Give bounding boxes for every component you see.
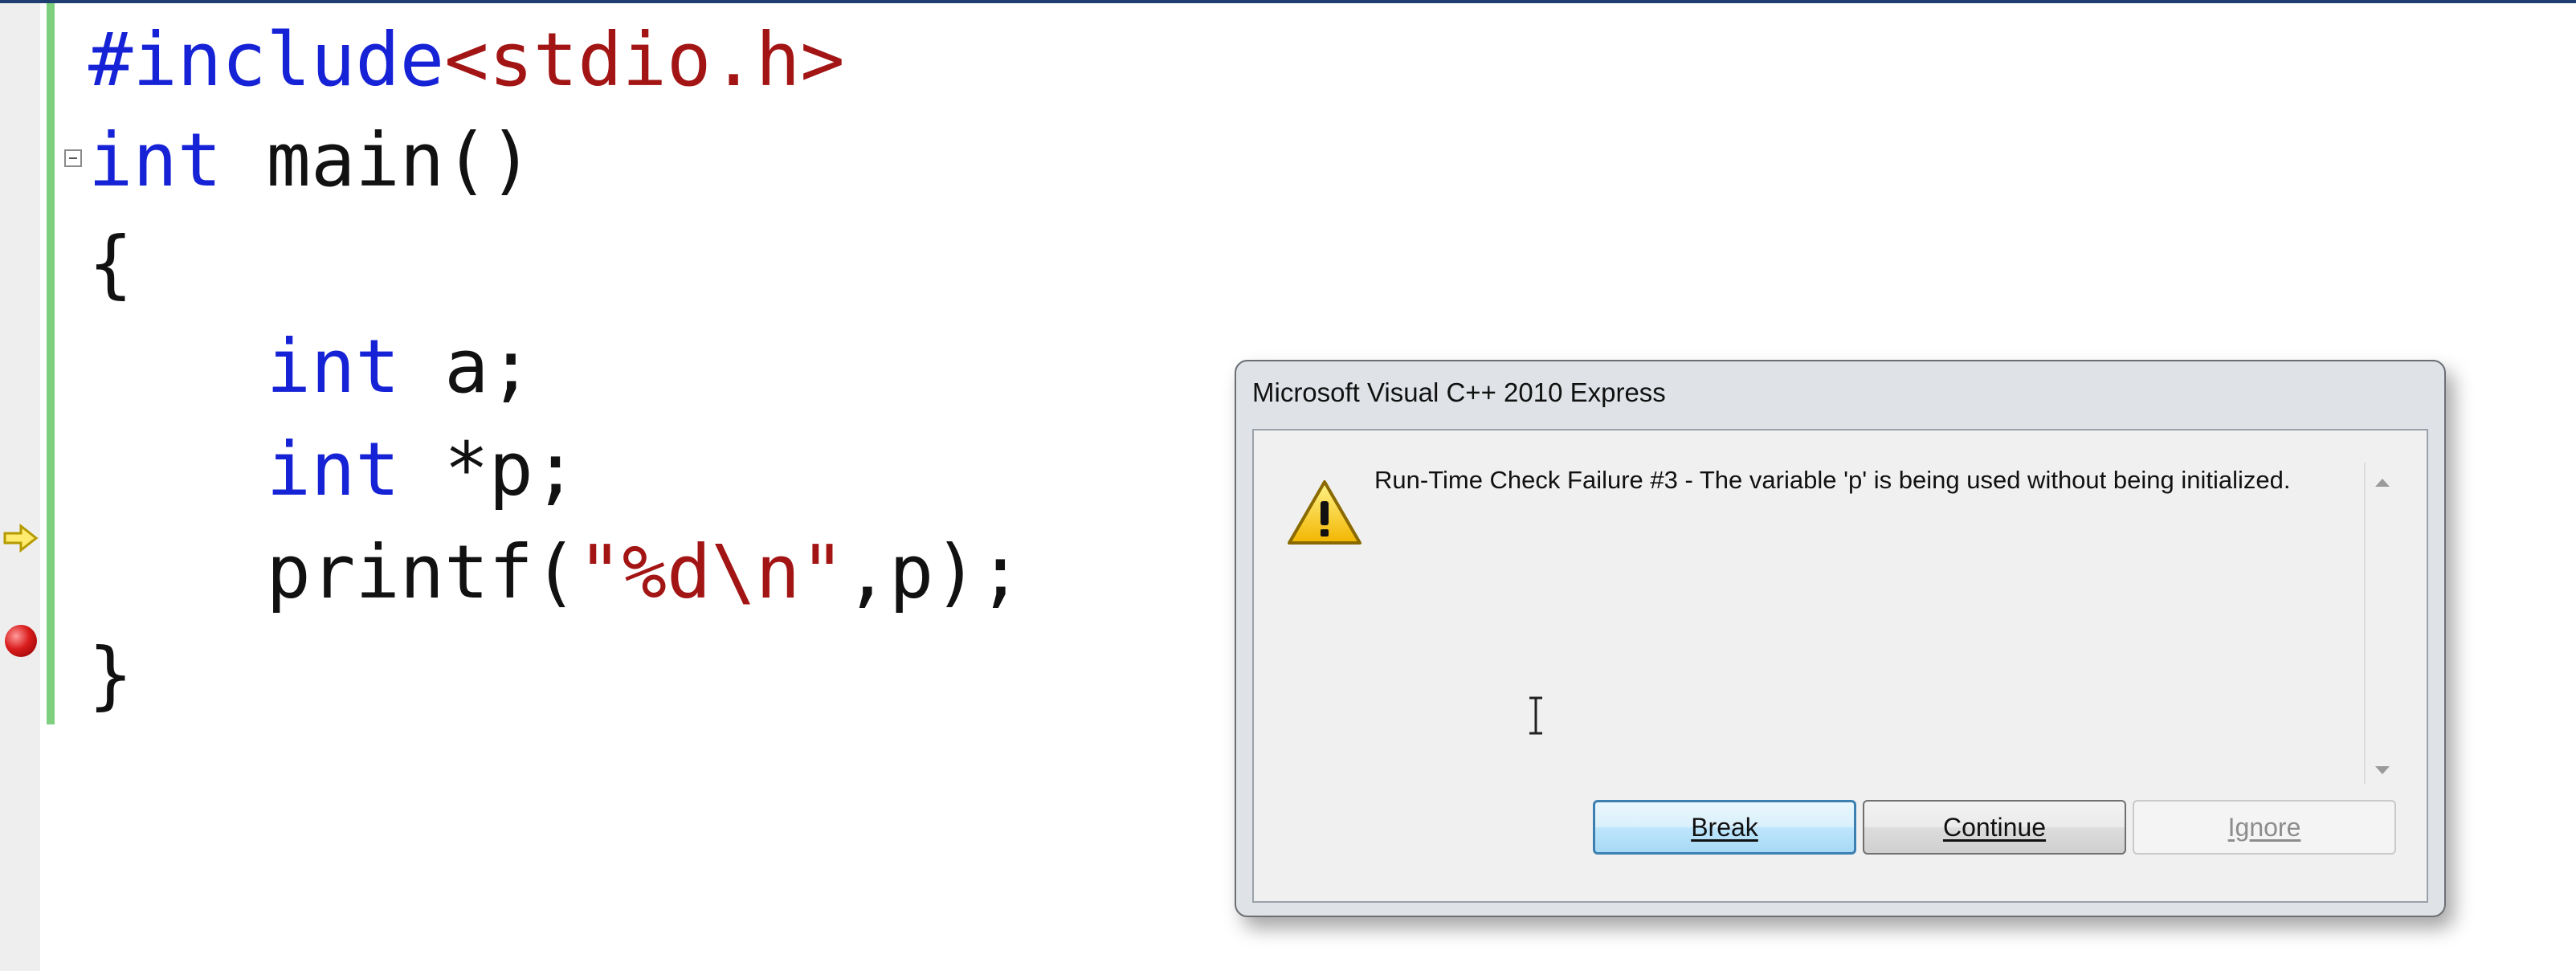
code-line[interactable]: printf("%d\n",p); <box>88 520 1023 625</box>
scroll-down-icon[interactable] <box>2375 766 2390 774</box>
text-cursor-icon <box>1529 696 1542 735</box>
editor-gutter[interactable] <box>0 3 40 971</box>
dialog-title: Microsoft Visual C++ 2010 Express <box>1252 377 1666 407</box>
current-line-arrow-icon <box>3 524 39 553</box>
code-token: int <box>88 117 222 203</box>
code-token: ,p); <box>844 529 1023 615</box>
continue-button[interactable]: Continue <box>1863 800 2126 855</box>
breakpoint-icon[interactable] <box>5 625 37 657</box>
collapse-icon[interactable] <box>64 149 82 167</box>
code-line[interactable]: { <box>88 212 133 316</box>
code-line[interactable]: #include<stdio.h> <box>88 8 845 112</box>
warning-icon <box>1288 480 1361 545</box>
scroll-up-icon[interactable] <box>2375 479 2390 487</box>
code-token: int <box>266 324 400 410</box>
error-message: Run-Time Check Failure #3 - The variable… <box>1374 466 2291 494</box>
code-token: *p; <box>399 426 578 512</box>
code-token: } <box>88 632 133 718</box>
break-button[interactable]: Break <box>1593 800 1856 855</box>
code-token: printf( <box>88 529 578 615</box>
code-token: "%d\n" <box>578 529 845 615</box>
code-line[interactable]: int a; <box>88 315 533 419</box>
code-token: main() <box>222 117 533 203</box>
code-token: <stdio.h> <box>444 17 845 103</box>
code-token: #include <box>88 17 445 103</box>
runtime-check-dialog: Microsoft Visual C++ 2010 Express Run-Ti… <box>1235 360 2446 917</box>
code-line[interactable]: int *p; <box>88 418 578 522</box>
code-line[interactable]: } <box>88 623 133 728</box>
code-token: { <box>88 221 133 307</box>
change-tracking-bar <box>47 3 55 724</box>
dialog-body: Run-Time Check Failure #3 - The variable… <box>1252 429 2428 903</box>
message-scrollbar[interactable] <box>2364 463 2366 784</box>
code-token: a; <box>399 324 533 410</box>
code-line[interactable]: int main() <box>88 108 533 213</box>
ignore-button[interactable]: Ignore <box>2133 800 2396 855</box>
editor-top-border <box>0 0 2576 3</box>
code-token: int <box>266 426 400 512</box>
